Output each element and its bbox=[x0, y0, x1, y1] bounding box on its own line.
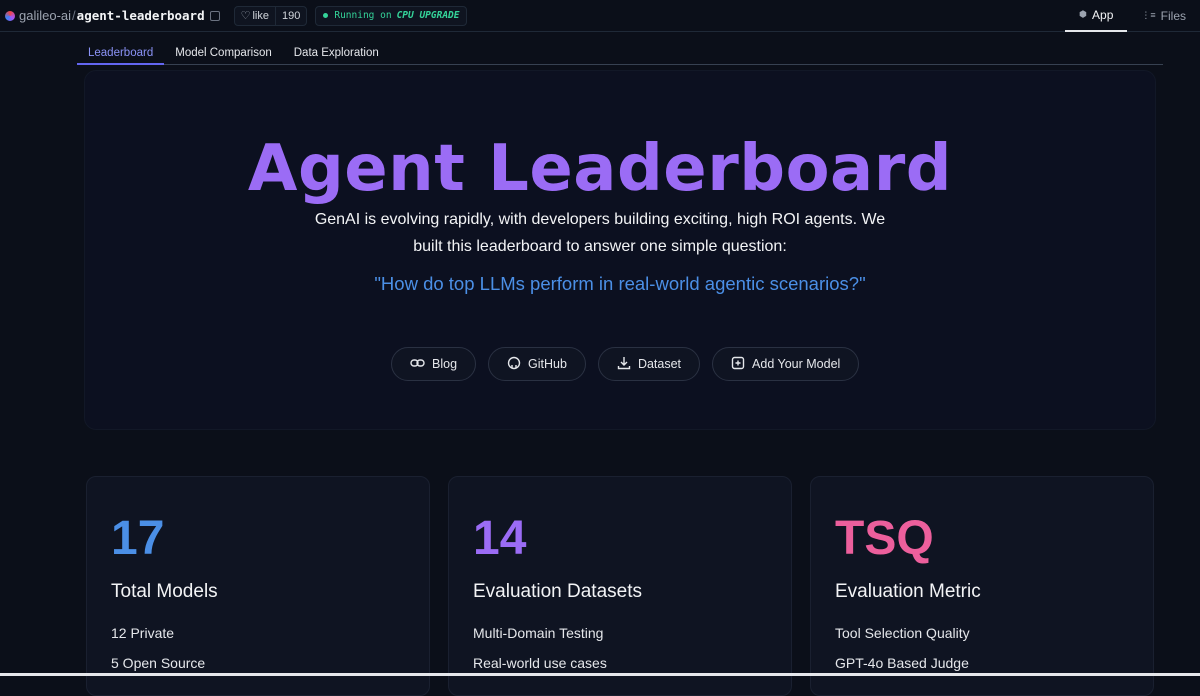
status-dot-icon bbox=[323, 13, 329, 18]
add-your-model-button[interactable]: Add Your Model bbox=[712, 347, 860, 381]
status-badge[interactable]: Running on CPU UPGRADE bbox=[315, 5, 468, 26]
stat-card-evaluation-metric: TSQ Evaluation Metric Tool Selection Qua… bbox=[810, 476, 1154, 696]
heart-icon: ♡ bbox=[240, 10, 251, 22]
download-icon bbox=[617, 356, 631, 373]
blog-button-label: Blog bbox=[432, 357, 458, 371]
stat-detail: GPT-4o Based Judge bbox=[835, 655, 969, 671]
github-button[interactable]: GitHub bbox=[488, 347, 586, 381]
repo-name-link[interactable]: agent-leaderboard bbox=[77, 8, 205, 23]
stat-title: Total Models bbox=[111, 581, 218, 602]
stat-detail: Multi-Domain Testing bbox=[473, 625, 604, 641]
stat-detail: Tool Selection Quality bbox=[835, 625, 970, 641]
app-icon: ⬢ bbox=[1079, 9, 1088, 19]
stat-value: 17 bbox=[111, 512, 165, 565]
org-link[interactable]: galileo-ai bbox=[19, 8, 71, 23]
status-text: Running on bbox=[334, 10, 392, 21]
stat-card-total-models: 17 Total Models 12 Private 5 Open Source bbox=[86, 476, 430, 696]
github-button-label: GitHub bbox=[528, 357, 567, 371]
stat-detail: Real-world use cases bbox=[473, 655, 607, 671]
link-icon bbox=[410, 357, 425, 371]
top-bar: galileo-ai / agent-leaderboard ♡ like 19… bbox=[0, 0, 1200, 32]
stat-detail: 12 Private bbox=[111, 625, 175, 641]
dataset-button-label: Dataset bbox=[637, 357, 682, 371]
tab-data-exploration[interactable]: Data Exploration bbox=[283, 43, 390, 65]
plus-box-icon bbox=[731, 356, 745, 373]
add-your-model-button-label: Add Your Model bbox=[752, 357, 841, 371]
stat-card-evaluation-datasets: 14 Evaluation Datasets Multi-Domain Test… bbox=[448, 476, 792, 696]
copy-icon[interactable] bbox=[209, 10, 220, 21]
hero-buttons: Blog GitHub Dataset Add Your Model bbox=[391, 347, 860, 381]
tab-files-label: Files bbox=[1160, 8, 1186, 23]
tab-files[interactable]: ⋮≡ Files bbox=[1127, 0, 1200, 32]
stat-title: Evaluation Datasets bbox=[473, 581, 642, 602]
hardware-label: CPU UPGRADE bbox=[396, 10, 460, 21]
tab-model-comparison[interactable]: Model Comparison bbox=[164, 43, 283, 65]
github-icon bbox=[507, 356, 521, 373]
space-nav: ⬢ App ⋮≡ Files bbox=[1065, 0, 1200, 32]
hero-title: Agent Leaderboard bbox=[247, 132, 953, 206]
stat-detail: 5 Open Source bbox=[111, 655, 206, 671]
tab-app[interactable]: ⬢ App bbox=[1065, 0, 1128, 32]
stat-value: 14 bbox=[473, 512, 527, 565]
files-icon: ⋮≡ bbox=[1141, 10, 1156, 20]
dataset-button[interactable]: Dataset bbox=[597, 347, 701, 381]
repo-breadcrumb: galileo-ai / agent-leaderboard bbox=[0, 0, 220, 32]
like-label: like bbox=[252, 9, 269, 22]
hero-subtitle: GenAI is evolving rapidly, with develope… bbox=[314, 211, 886, 255]
like-button[interactable]: ♡ like 190 bbox=[233, 5, 308, 26]
breadcrumb-separator: / bbox=[72, 8, 76, 23]
main-tabs: Leaderboard Model Comparison Data Explor… bbox=[77, 43, 1163, 65]
hero-quote: "How do top LLMs perform in real-world a… bbox=[374, 273, 866, 294]
stat-value: TSQ bbox=[835, 512, 934, 565]
org-avatar-icon bbox=[5, 10, 15, 21]
like-count[interactable]: 190 bbox=[275, 6, 306, 25]
stat-title: Evaluation Metric bbox=[835, 581, 981, 602]
tab-app-label: App bbox=[1092, 7, 1114, 22]
blog-button[interactable]: Blog bbox=[391, 347, 477, 381]
tab-leaderboard[interactable]: Leaderboard bbox=[77, 43, 165, 65]
